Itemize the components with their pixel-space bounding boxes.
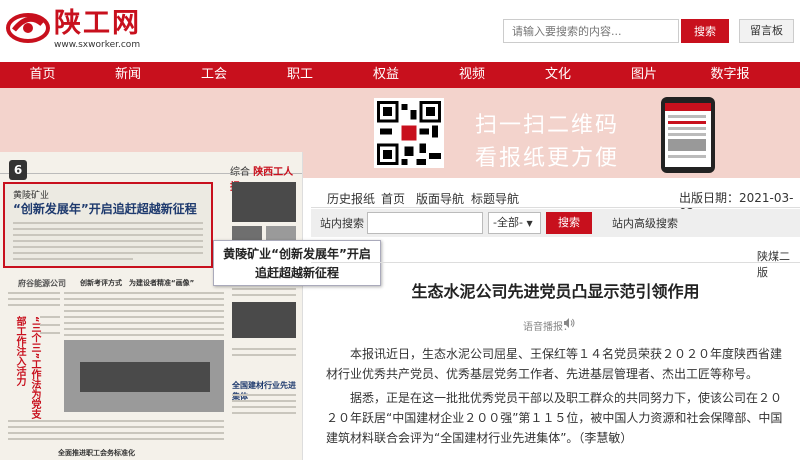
site-search-label: 站内搜索 — [320, 217, 364, 230]
edition-label: 陕煤二版 — [757, 250, 790, 279]
site-search-scope-value: -全部- — [493, 216, 523, 229]
article-paragraph-1: 本报讯近日，生态水泥公司屈星、王保红等１４名党员荣获２０２０年度陕西省建材行业优… — [326, 347, 783, 381]
promo-line-2: 看报纸更方便 — [475, 146, 620, 171]
promo-line-1: 扫一扫二维码 — [475, 113, 620, 138]
news-photo — [232, 182, 296, 222]
text-line — [13, 246, 203, 248]
text-line — [8, 298, 60, 300]
toolbar-home[interactable]: 首页 — [381, 190, 405, 207]
text-line — [40, 332, 60, 334]
text-line — [232, 348, 296, 350]
logo-url: www.sxworker.com — [54, 40, 141, 50]
text-line — [13, 258, 133, 260]
site-header: 陕工网 www.sxworker.com 搜索 留言板 — [0, 0, 800, 62]
text-line — [8, 432, 224, 434]
site-search-button[interactable]: 搜索 — [546, 212, 592, 234]
news-photo — [232, 302, 296, 338]
text-line — [232, 394, 296, 396]
page-number: 6 — [9, 160, 27, 180]
text-line — [40, 316, 60, 318]
logo-swirl-icon — [6, 13, 50, 43]
text-line — [13, 222, 203, 224]
text-line — [40, 324, 60, 326]
text-line — [64, 334, 224, 336]
nav-item-video[interactable]: 视频 — [429, 62, 515, 88]
chevron-down-icon: ▼ — [526, 219, 533, 228]
search-input[interactable] — [503, 19, 679, 43]
site-search-input[interactable] — [367, 212, 483, 234]
text-line — [8, 438, 224, 440]
text-line — [232, 406, 296, 408]
nav-item-digital-paper[interactable]: 数字报 — [687, 62, 773, 88]
toolbar-page-nav[interactable]: 版面导航 — [416, 190, 464, 207]
logo-text: 陕工网 — [54, 8, 141, 39]
story3-vertical-title: “三个三”工作法为党支部工作注入活力 — [14, 316, 40, 420]
nav-item-pictures[interactable]: 图片 — [601, 62, 687, 88]
story2-kicker: 府谷能源公司 — [18, 279, 66, 288]
text-line — [8, 304, 60, 306]
article-paragraph-2: 据悉，正是在这一批批优秀党员干部以及职工群众的共同努力下，使该公司在２０２０年跃… — [326, 391, 783, 445]
text-line — [13, 240, 203, 242]
story2-title: 创新考评方式 为建设者精准“画像” — [80, 279, 195, 287]
article-hotspot-selected[interactable]: 黄陵矿业 “创新发展年”开启追赶超越新征程 — [3, 182, 213, 268]
divider — [311, 262, 800, 263]
toolbar-title-nav[interactable]: 标题导航 — [471, 190, 519, 207]
nav-item-rights[interactable]: 权益 — [343, 62, 429, 88]
text-line — [232, 354, 296, 356]
text-line — [64, 304, 224, 306]
speaker-icon[interactable] — [563, 317, 575, 329]
phone-mockup-icon — [661, 97, 715, 173]
search-button[interactable]: 搜索 — [681, 19, 729, 43]
nav-item-home[interactable]: 首页 — [0, 62, 85, 88]
paper-section-label: 综合 — [230, 167, 250, 178]
article-title: 生态水泥公司先进党员凸显示范引领作用 — [411, 282, 700, 301]
text-line — [13, 228, 203, 230]
group-photo-people — [80, 362, 210, 392]
text-line — [64, 322, 224, 324]
advanced-search-link[interactable]: 站内高级搜索 — [612, 215, 678, 231]
text-line — [64, 292, 224, 294]
headline-text: “创新发展年”开启追赶超越新征程 — [13, 202, 197, 216]
text-line — [64, 328, 224, 330]
text-line — [64, 298, 224, 300]
newspaper-page-image[interactable]: 6 综合 陕西工人报 黄陵矿业 “创新发展年”开启追赶超越新征程 全国建材行业先… — [0, 152, 303, 460]
nav-item-workers[interactable]: 职工 — [257, 62, 343, 88]
text-line — [232, 288, 296, 290]
text-line — [13, 234, 203, 236]
text-line — [64, 316, 224, 318]
main-nav: 首页 新闻 工会 职工 权益 视频 文化 图片 数字报 — [0, 62, 800, 88]
story-right-title: 全国建材行业先进集体 — [232, 381, 296, 401]
nav-item-culture[interactable]: 文化 — [515, 62, 601, 88]
text-line — [8, 426, 224, 428]
toolbar-history-papers[interactable]: 历史报纸 — [327, 190, 375, 207]
text-line — [8, 420, 224, 422]
text-line — [13, 252, 203, 254]
text-line — [232, 412, 296, 414]
qr-code-icon — [377, 101, 441, 165]
text-line — [8, 292, 60, 294]
text-line — [232, 400, 296, 402]
nav-item-news[interactable]: 新闻 — [85, 62, 171, 88]
text-line — [232, 294, 296, 296]
message-board-button[interactable]: 留言板 — [739, 19, 794, 43]
site-search-scope-select[interactable]: -全部- ▼ — [488, 212, 541, 234]
qr-code — [374, 98, 444, 168]
story5-title: 全面推进职工会务标准化 — [58, 449, 135, 457]
text-line — [64, 310, 224, 312]
nav-item-union[interactable]: 工会 — [171, 62, 257, 88]
site-logo[interactable]: 陕工网 www.sxworker.com — [6, 8, 146, 52]
